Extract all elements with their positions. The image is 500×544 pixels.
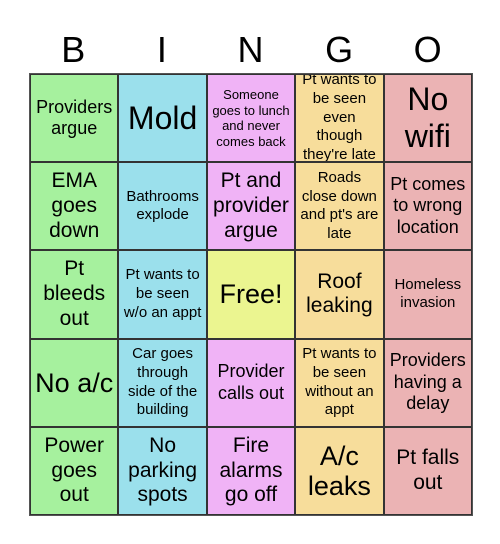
bingo-cell[interactable]: Pt wants to be seen without an appt <box>295 338 384 427</box>
bingo-cell[interactable]: A/c leaks <box>295 426 384 515</box>
bingo-cell[interactable]: Mold <box>118 74 207 163</box>
bingo-cell[interactable]: Fire alarms go off <box>206 426 296 515</box>
header-letter-o: O <box>413 29 442 70</box>
bingo-cell[interactable]: Bathrooms explode <box>118 162 207 251</box>
bingo-cell[interactable]: No wifi <box>383 74 472 163</box>
bingo-cell[interactable]: Roof leaking <box>295 250 384 339</box>
free-space-cell[interactable]: Free! <box>206 250 296 339</box>
bingo-cell[interactable]: Someone goes to lunch and never comes ba… <box>206 74 296 163</box>
header-letter-g: G <box>325 29 354 70</box>
header-letter-i: I <box>156 29 167 70</box>
bingo-cell[interactable]: Car goes through side of the building <box>118 338 207 427</box>
bingo-card: Providers argue Mold Someone goes to lun… <box>29 73 473 516</box>
bingo-cell[interactable]: Roads close down and pt's are late <box>295 162 384 251</box>
header-letter-b: B <box>61 29 86 70</box>
bingo-cell[interactable]: Pt bleeds out <box>30 250 119 339</box>
bingo-cell[interactable]: Pt comes to wrong location <box>383 162 472 251</box>
bingo-cell[interactable]: Pt wants to be seen w/o an appt <box>118 250 207 339</box>
bingo-cell[interactable]: Homeless invasion <box>383 250 472 339</box>
bingo-cell[interactable]: Provider calls out <box>206 338 296 427</box>
bingo-cell[interactable]: No parking spots <box>118 426 207 515</box>
bingo-header: B I N G O <box>29 28 472 72</box>
bingo-cell[interactable]: Pt falls out <box>383 426 472 515</box>
bingo-cell[interactable]: Pt and provider argue <box>206 162 296 251</box>
bingo-cell[interactable]: No a/c <box>30 338 119 427</box>
bingo-cell[interactable]: Providers having a delay <box>383 338 472 427</box>
bingo-cell[interactable]: EMA goes down <box>30 162 119 251</box>
header-letter-n: N <box>237 29 264 70</box>
bingo-cell[interactable]: Providers argue <box>30 74 119 163</box>
bingo-cell[interactable]: Power goes out <box>30 426 119 515</box>
bingo-cell[interactable]: Pt wants to be seen even though they're … <box>295 74 384 163</box>
